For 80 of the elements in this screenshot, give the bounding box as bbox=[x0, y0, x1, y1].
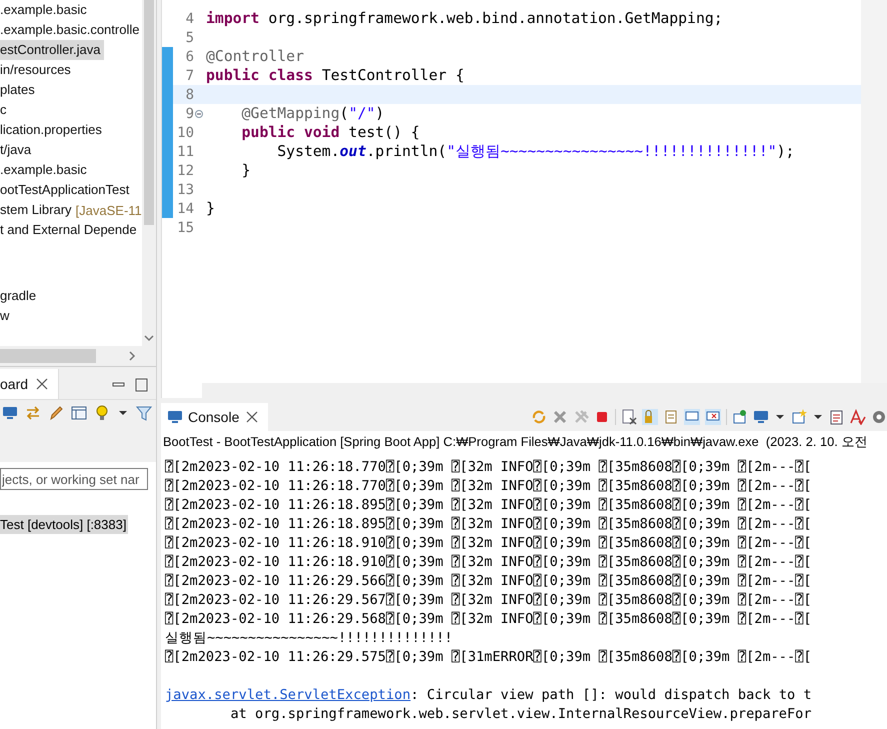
console-line: ⍰[2m2023-02-10 11:26:18.910⍰[0;39m ⍰[32m INFO⍰[0;39m ⍰[35m8608⍰[0;39m ⍰[2m---⍰[ bbox=[165, 534, 813, 553]
scroll-down-icon[interactable] bbox=[144, 334, 154, 342]
tree-item[interactable]: gradle bbox=[0, 286, 40, 306]
code-line: @GetMapping("/") bbox=[240, 105, 384, 122]
monitor-icon[interactable] bbox=[2, 405, 18, 421]
code-line: } bbox=[240, 162, 251, 179]
tree-item[interactable]: stem Library bbox=[0, 200, 76, 220]
line-number: 11 bbox=[176, 144, 194, 160]
tree-item[interactable]: estController.java bbox=[0, 40, 104, 60]
spell-check-icon[interactable] bbox=[850, 409, 866, 425]
tree-item[interactable]: .example.basic bbox=[0, 160, 91, 180]
stop-icon[interactable] bbox=[594, 409, 610, 425]
tree-item[interactable]: t/java bbox=[0, 140, 36, 160]
output-icon[interactable] bbox=[684, 409, 700, 425]
display-icon[interactable] bbox=[753, 409, 769, 425]
filter-field[interactable]: jects, or working set nar bbox=[0, 468, 148, 490]
pencil-icon[interactable] bbox=[48, 405, 64, 421]
arrows-icon[interactable] bbox=[25, 405, 41, 421]
lightbulb-icon[interactable] bbox=[94, 405, 110, 421]
console-title: BootTest - BootTestApplication [Spring Boot App] C:₩Program Files₩Java₩jdk-11.0.16₩bin₩javaw.exe (2023. 2. 10. 오전 bbox=[162, 433, 868, 451]
console-line: ⍰[2m2023-02-10 11:26:29.575⍰[0;39m ⍰[31mERROR⍰[0;39m ⍰[35m8608⍰[0;39m ⍰[2m---⍰[ bbox=[165, 648, 813, 667]
vertical-scrollbar[interactable] bbox=[142, 0, 156, 346]
tree-item-label: [JavaSE-11 bbox=[76, 202, 142, 218]
console-line: ⍰[2m2023-02-10 11:26:18.770⍰[0;39m ⍰[32m INFO⍰[0;39m ⍰[35m8608⍰[0;39m ⍰[2m---⍰[ bbox=[165, 477, 813, 496]
lock-icon[interactable] bbox=[642, 409, 658, 425]
line-number: 7 bbox=[184, 68, 194, 84]
error-output-icon[interactable] bbox=[705, 409, 721, 425]
code-line: public class TestController { bbox=[206, 67, 464, 84]
document-icon[interactable] bbox=[663, 409, 679, 425]
code-line: @Controller bbox=[206, 48, 304, 65]
code-line: public void test() { bbox=[240, 124, 420, 141]
fold-icon[interactable] bbox=[195, 110, 203, 118]
console-line: ⍰[2m2023-02-10 11:26:29.567⍰[0;39m ⍰[32m INFO⍰[0;39m ⍰[35m8608⍰[0;39m ⍰[2m---⍰[ bbox=[165, 591, 813, 610]
line-number: 6 bbox=[184, 48, 194, 64]
tree-item[interactable]: plates bbox=[0, 80, 39, 100]
table-icon[interactable] bbox=[71, 405, 87, 421]
code-line: import org.springframework.web.bind.annotation.GetMapping; bbox=[206, 10, 723, 27]
line-number: 12 bbox=[176, 162, 194, 178]
console-line: ⍰[2m2023-02-10 11:26:18.895⍰[0;39m ⍰[32m INFO⍰[0;39m ⍰[35m8608⍰[0;39m ⍰[2m---⍰[ bbox=[165, 496, 813, 515]
dashboard-item[interactable]: Test [devtools] [:8383] bbox=[0, 515, 128, 534]
close-icon[interactable] bbox=[244, 409, 260, 425]
exception-link[interactable]: javax.servlet.ServletException bbox=[165, 687, 411, 703]
console-line: ⍰[2m2023-02-10 11:26:29.568⍰[0;39m ⍰[32m INFO⍰[0;39m ⍰[35m8608⍰[0;39m ⍰[2m---⍰[ bbox=[165, 610, 813, 629]
line-number: 4 bbox=[184, 10, 194, 26]
tree-item[interactable]: t and External Depende bbox=[0, 220, 141, 240]
new-console-icon[interactable] bbox=[791, 409, 807, 425]
console-line: ⍰[2m2023-02-10 11:26:18.910⍰[0;39m ⍰[32m INFO⍰[0;39m ⍰[35m8608⍰[0;39m ⍰[2m---⍰[ bbox=[165, 553, 813, 572]
tree-item[interactable]: .example.basic bbox=[0, 0, 91, 20]
close-icon[interactable] bbox=[34, 376, 50, 392]
console-line: javax.servlet.ServletException: Circular view path []: would dispatch back to t bbox=[165, 686, 813, 705]
maximize-icon[interactable] bbox=[134, 377, 150, 393]
tree-item[interactable]: in/resources bbox=[0, 60, 75, 80]
clear-icon[interactable] bbox=[621, 409, 637, 425]
line-number: 15 bbox=[176, 220, 194, 236]
tree-item[interactable]: .example.basic.controlle bbox=[0, 20, 142, 40]
line-number: 14 bbox=[176, 200, 194, 216]
filter-icon[interactable] bbox=[136, 405, 152, 421]
boot-dashboard-tab[interactable]: oard bbox=[0, 369, 60, 399]
tree-item[interactable]: lication.properties bbox=[0, 120, 106, 140]
console-line: ⍰[2m2023-02-10 11:26:18.895⍰[0;39m ⍰[32m INFO⍰[0;39m ⍰[35m8608⍰[0;39m ⍰[2m---⍰[ bbox=[165, 515, 813, 534]
console-line: at org.springframework.web.servlet.view.InternalResourceView.prepareFor bbox=[229, 705, 813, 724]
monitor-icon[interactable] bbox=[167, 409, 183, 425]
tree-item[interactable]: w bbox=[0, 306, 14, 326]
tree-item[interactable]: ootTestApplicationTest bbox=[0, 180, 134, 200]
scroll-right-icon[interactable] bbox=[128, 351, 136, 361]
console-line: ⍰[2m2023-02-10 11:26:18.770⍰[0;39m ⍰[32m INFO⍰[0;39m ⍰[35m8608⍰[0;39m ⍰[2m---⍰[ bbox=[165, 458, 813, 477]
code-line: System.out.println("실행됨~~~~~~~~~~~~~~~~!!!!!!!!!!!!!!"); bbox=[276, 142, 794, 161]
console-line: ⍰[2m2023-02-10 11:26:29.566⍰[0;39m ⍰[32m INFO⍰[0;39m ⍰[35m8608⍰[0;39m ⍰[2m---⍰[ bbox=[165, 572, 813, 591]
line-number: 10 bbox=[176, 124, 194, 140]
line-number: 5 bbox=[184, 30, 194, 46]
pin-icon[interactable] bbox=[732, 409, 748, 425]
tree-item[interactable]: c bbox=[0, 100, 10, 120]
console-line: 실행됨~~~~~~~~~~~~~~~~!!!!!!!!!!!!!! bbox=[165, 629, 454, 648]
settings-icon[interactable] bbox=[871, 409, 887, 425]
code-line: } bbox=[206, 200, 215, 217]
line-number: 9 bbox=[184, 106, 194, 122]
line-number: 13 bbox=[176, 182, 194, 198]
clipboard-icon[interactable] bbox=[829, 409, 845, 425]
console-tab[interactable]: Console bbox=[161, 403, 268, 431]
line-number: 8 bbox=[184, 86, 194, 102]
